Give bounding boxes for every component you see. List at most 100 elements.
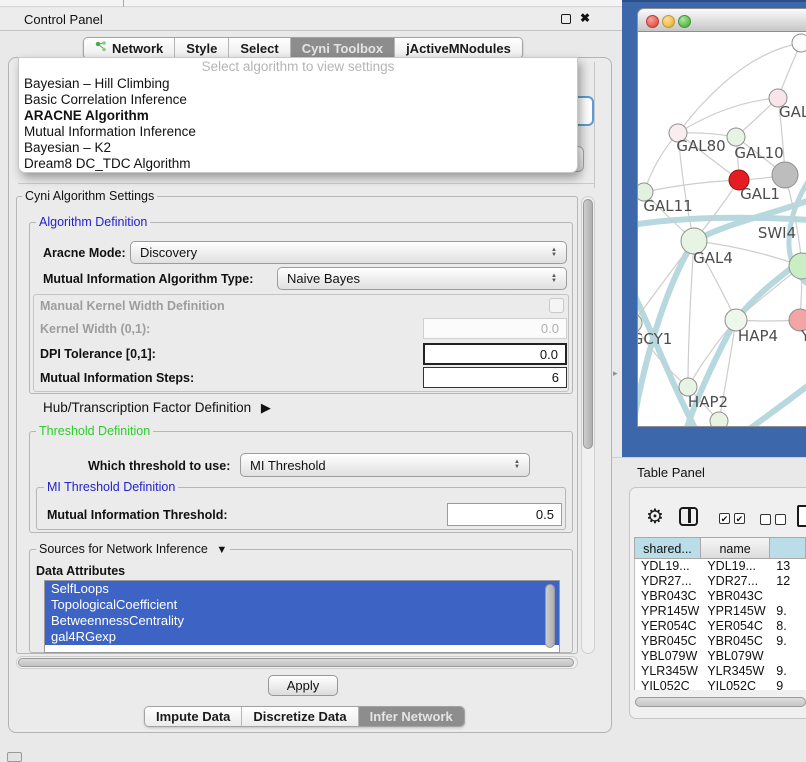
table-cell	[770, 589, 806, 604]
attribute-item-betweennesscentrality[interactable]: BetweennessCentrality	[45, 613, 559, 629]
table-row[interactable]: YER054CYER054C8.	[635, 619, 806, 634]
attr-list-scrollbar[interactable]	[545, 584, 555, 648]
settings-vscroll-thumb[interactable]	[583, 199, 593, 449]
tab-jactivemnodules[interactable]: jActiveMNodules	[395, 38, 522, 58]
checked-checkbox-icon[interactable]: ✔	[734, 513, 745, 524]
network-node-item[interactable]	[792, 34, 806, 52]
table-row[interactable]: YPR145WYPR145W9.	[635, 604, 806, 619]
unchecked-checkbox-icon[interactable]	[775, 514, 786, 525]
algorithm-option-bayesian-hill-climbing[interactable]: Bayesian – Hill Climbing	[19, 76, 577, 92]
attribute-item-topologicalcoefficient[interactable]: TopologicalCoefficient	[45, 597, 559, 613]
data-attributes-label: Data Attributes	[36, 564, 125, 578]
disclosure-arrow-icon[interactable]: ▶	[261, 400, 271, 415]
mi-type-select[interactable]: Naive Bayes ▲▼	[277, 267, 567, 290]
close-traffic-light[interactable]	[646, 15, 659, 28]
table-row[interactable]: YLR345WYLR345W9.	[635, 664, 806, 679]
algorithm-dropdown: Select algorithm to view settings Bayesi…	[18, 57, 578, 173]
column-header-item[interactable]	[770, 537, 806, 559]
table-cell: YLR345W	[701, 664, 770, 679]
table-cell: YER054C	[701, 619, 770, 634]
floating-panel-icon[interactable]	[7, 752, 22, 762]
mi-steps-input[interactable]: 6	[423, 367, 567, 388]
zoom-traffic-light[interactable]	[678, 15, 691, 28]
network-window-titlebar[interactable]	[637, 8, 806, 32]
sources-title[interactable]: Sources for Network Inference ▼	[36, 542, 230, 556]
stepper-icon: ▲▼	[551, 274, 557, 284]
hidden-group-border	[594, 62, 595, 188]
close-icon[interactable]: ✖	[580, 11, 590, 25]
aracne-mode-select[interactable]: Discovery ▲▼	[130, 241, 567, 264]
unchecked-checkbox-icon[interactable]	[760, 514, 771, 525]
algorithm-definition-title: Algorithm Definition	[36, 215, 150, 229]
network-node-label: GCY1	[638, 330, 672, 348]
tab-style[interactable]: Style	[175, 38, 229, 58]
table-cell: YPR145W	[635, 604, 701, 619]
kernel-width-label: Kernel Width (0,1):	[40, 322, 150, 336]
attribute-item-selfloops[interactable]: SelfLoops	[45, 581, 559, 597]
gear-icon[interactable]: ⚙	[646, 504, 664, 529]
dpi-tolerance-value: 0.0	[540, 347, 558, 362]
float-icon[interactable]	[561, 14, 571, 24]
hub-section-label[interactable]: Hub/Transcription Factor Definition ▶	[43, 400, 271, 416]
stepper-icon: ▲▼	[514, 460, 520, 470]
network-canvas[interactable]: GAL7GAL80GAL10GAL1GAL11SWI4GAL4GCY1HAP4Y…	[637, 32, 806, 427]
expand-arrow-icon[interactable]: ▼	[216, 544, 227, 556]
attribute-item-gal4rgexp[interactable]: gal4RGexp	[45, 629, 559, 645]
column-layout-icon[interactable]	[679, 507, 698, 526]
bottom-tab-infer-network[interactable]: Infer Network	[359, 707, 464, 726]
tab-select[interactable]: Select	[229, 38, 290, 58]
table-cell: 12	[770, 574, 806, 589]
network-edge	[748, 384, 806, 427]
network-edge	[678, 98, 778, 133]
settings-hscroll-thumb[interactable]	[18, 658, 574, 667]
data-attributes-list[interactable]: SelfLoopsTopologicalCoefficientBetweenne…	[44, 580, 560, 653]
network-node-label: Y	[800, 327, 806, 345]
table-row[interactable]: YIL052CYIL052C9	[635, 679, 806, 690]
network-node-label: GAL1	[740, 185, 780, 203]
table-row[interactable]: YDR27...YDR27...12	[635, 574, 806, 589]
algorithm-option-mutual-information-inference[interactable]: Mutual Information Inference	[19, 124, 577, 140]
dpi-tolerance-label: DPI Tolerance [0,1]:	[40, 347, 156, 361]
algorithm-option-dream8-dc-tdc-algorithm[interactable]: Dream8 DC_TDC Algorithm	[19, 156, 577, 172]
table-row[interactable]: YDL19...YDL19...13	[635, 559, 806, 574]
aracne-mode-label: Aracne Mode:	[43, 246, 126, 260]
table-cell: YPR145W	[701, 604, 770, 619]
panel-toggle-arrow-icon[interactable]: ▸	[613, 368, 618, 379]
table-panel-separator	[612, 457, 806, 458]
tab-cyni-toolbox[interactable]: Cyni Toolbox	[291, 38, 395, 58]
kernel-width-input[interactable]: 0.0	[423, 318, 567, 339]
algorithm-option-basic-correlation-inference[interactable]: Basic Correlation Inference	[19, 92, 577, 108]
which-threshold-label: Which threshold to use:	[88, 459, 230, 473]
mi-threshold-input[interactable]: 0.5	[447, 503, 562, 526]
table-hscroll-thumb[interactable]	[635, 697, 806, 707]
bottom-tabs: Impute DataDiscretize DataInfer Network	[144, 706, 465, 727]
table-row[interactable]: YBL079WYBL079W	[635, 649, 806, 664]
algorithm-option-aracne-algorithm[interactable]: ARACNE Algorithm	[19, 108, 577, 124]
column-header-name[interactable]: name	[701, 537, 770, 559]
apply-button[interactable]: Apply	[268, 675, 338, 696]
aracne-mode-value: Discovery	[140, 245, 197, 260]
table-panel-title: Table Panel	[637, 465, 705, 480]
tab-label: jActiveMNodules	[406, 41, 511, 56]
document-icon[interactable]	[797, 505, 806, 527]
network-node-label: GAL10	[734, 144, 783, 162]
which-threshold-select[interactable]: MI Threshold ▲▼	[240, 453, 530, 477]
mi-threshold-value: 0.5	[536, 507, 554, 522]
algorithm-option-bayesian-k2[interactable]: Bayesian – K2	[19, 140, 577, 156]
bottom-tab-impute-data[interactable]: Impute Data	[145, 707, 242, 726]
table-row[interactable]: YBR043CYBR043C	[635, 589, 806, 604]
dpi-tolerance-input[interactable]: 0.0	[423, 343, 567, 365]
network-node-item[interactable]	[710, 412, 728, 427]
tab-label: Network	[112, 41, 163, 56]
table-cell: 13	[770, 559, 806, 574]
network-node-label: GAL7	[779, 103, 806, 121]
table-rows: YDL19...YDL19...13YDR27...YDR27...12YBR0…	[634, 559, 806, 690]
tab-network[interactable]: Network	[84, 38, 175, 58]
table-cell: YDR27...	[635, 574, 701, 589]
column-header-shared[interactable]: shared...	[634, 537, 701, 559]
bottom-tab-discretize-data[interactable]: Discretize Data	[242, 707, 358, 726]
checked-checkbox-icon[interactable]: ✔	[719, 513, 730, 524]
minimize-traffic-light[interactable]	[662, 15, 675, 28]
manual-kernel-checkbox[interactable]	[549, 298, 564, 313]
table-row[interactable]: YBR045CYBR045C9.	[635, 634, 806, 649]
